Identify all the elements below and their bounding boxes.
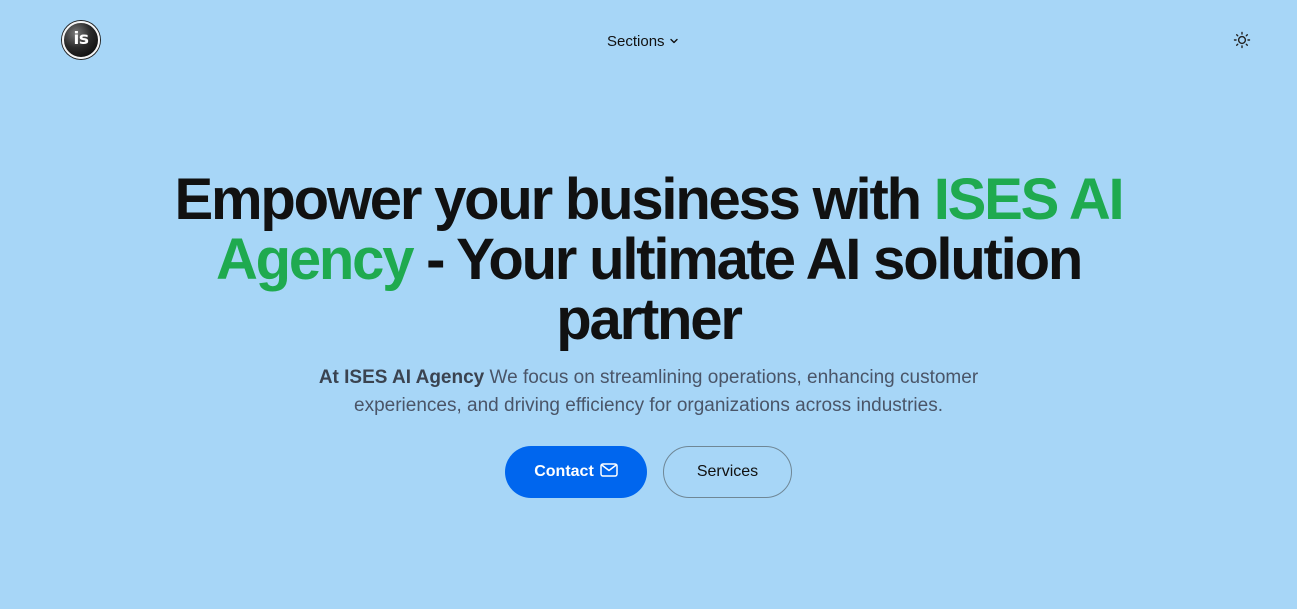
- services-button-label: Services: [696, 463, 759, 480]
- mail-icon: [600, 462, 618, 482]
- sections-menu-label: Sections: [607, 32, 665, 50]
- contact-button[interactable]: Contact: [505, 446, 647, 498]
- chevron-down-icon: [669, 36, 679, 46]
- hero-actions: Contact Services: [0, 446, 1297, 498]
- services-button[interactable]: Services: [663, 446, 792, 498]
- logo-text: is: [73, 28, 89, 49]
- hero-section: Empower your business with ISES AI Agenc…: [0, 170, 1297, 498]
- logo-link[interactable]: is: [62, 21, 100, 59]
- hero-title-part1: Empower your business with: [174, 167, 934, 232]
- sections-menu-button[interactable]: Sections: [607, 31, 679, 51]
- hero-title-part2: - Your ultimate AI solution partner: [412, 227, 1083, 352]
- contact-button-label: Contact: [534, 463, 594, 480]
- page: is Sections Empower your business with I…: [0, 0, 1297, 609]
- hero-title: Empower your business with ISES AI Agenc…: [149, 170, 1149, 350]
- sun-icon: [1233, 31, 1251, 52]
- hero-subtitle: At ISES AI Agency We focus on streamlini…: [289, 364, 1009, 420]
- theme-toggle-button[interactable]: [1231, 30, 1253, 52]
- hero-subtitle-strong: At ISES AI Agency: [318, 367, 485, 388]
